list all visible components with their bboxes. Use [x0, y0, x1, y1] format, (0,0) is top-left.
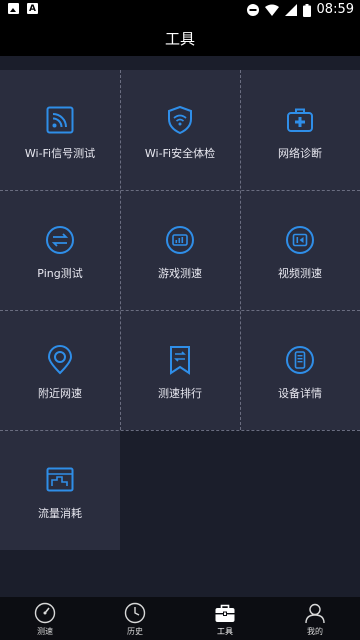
ping-arrows-icon	[46, 226, 74, 254]
nav-label: 我的	[307, 627, 323, 636]
grid-divider	[120, 70, 121, 430]
toolbox-icon	[215, 604, 235, 622]
tool-wifi-security-check[interactable]: Wi-Fi安全体检	[120, 70, 240, 190]
tool-speed-ranking[interactable]: 测速排行	[120, 310, 240, 430]
page-title: 工具	[164, 29, 195, 48]
tool-label: Wi-Fi安全体检	[144, 147, 216, 160]
grid-divider	[0, 190, 360, 191]
video-speed-icon	[286, 226, 314, 254]
nav-item-history[interactable]: 历史	[90, 597, 180, 640]
data-usage-icon	[46, 467, 74, 492]
tool-label: 网络诊断	[278, 147, 322, 160]
tool-label: 视频测速	[278, 267, 322, 280]
tool-label: 流量消耗	[38, 507, 82, 520]
tool-label: 设备详情	[278, 387, 322, 400]
grid-divider	[240, 70, 241, 430]
nav-item-speed-test[interactable]: 测速	[0, 597, 90, 640]
nav-label: 测速	[37, 627, 53, 636]
grid-divider	[0, 310, 360, 311]
status-bar: A 08:59	[0, 0, 360, 20]
tool-wifi-signal-test[interactable]: Wi-Fi信号测试	[0, 70, 120, 190]
tool-game-speed-test[interactable]: 游戏测速	[120, 190, 240, 310]
signal-icon	[284, 4, 297, 16]
title-bar: 工具	[0, 20, 360, 56]
location-pin-icon	[47, 345, 73, 375]
tool-video-speed-test[interactable]: 视频测速	[240, 190, 360, 310]
wifi-shield-icon	[168, 105, 192, 135]
wifi-signal-icon	[46, 106, 74, 134]
nav-item-tools[interactable]: 工具	[180, 597, 270, 640]
phone-device-icon	[286, 346, 314, 374]
tool-label: 游戏测速	[158, 267, 202, 280]
tool-ping-test[interactable]: Ping测试	[0, 190, 120, 310]
tool-data-usage[interactable]: 流量消耗	[0, 430, 120, 550]
grid-divider	[0, 430, 360, 431]
tool-nearby-speed[interactable]: 附近网速	[0, 310, 120, 430]
ranking-bookmark-icon	[170, 346, 190, 375]
nav-item-profile[interactable]: 我的	[270, 597, 360, 640]
game-speed-icon	[166, 226, 194, 254]
user-icon	[305, 603, 325, 624]
clock-icon	[124, 602, 146, 624]
battery-icon	[302, 3, 311, 17]
status-time: 08:59	[316, 2, 354, 17]
a-notification-icon: A	[27, 3, 38, 14]
tool-label: Wi-Fi信号测试	[24, 147, 96, 160]
wifi-icon	[264, 4, 279, 16]
header-spacer	[0, 56, 360, 70]
tool-label: 测速排行	[158, 387, 202, 400]
nav-label: 历史	[127, 627, 143, 636]
image-notification-icon	[8, 3, 19, 14]
speedometer-icon	[34, 602, 56, 624]
first-aid-kit-icon	[287, 108, 313, 132]
bottom-nav: 测速 历史 工具 我的	[0, 597, 360, 640]
tool-label: 附近网速	[38, 387, 82, 400]
tool-device-details[interactable]: 设备详情	[240, 310, 360, 430]
tool-network-diagnosis[interactable]: 网络诊断	[240, 70, 360, 190]
tool-label: Ping测试	[37, 267, 83, 280]
do-not-disturb-icon	[246, 4, 259, 16]
nav-label: 工具	[217, 627, 233, 636]
